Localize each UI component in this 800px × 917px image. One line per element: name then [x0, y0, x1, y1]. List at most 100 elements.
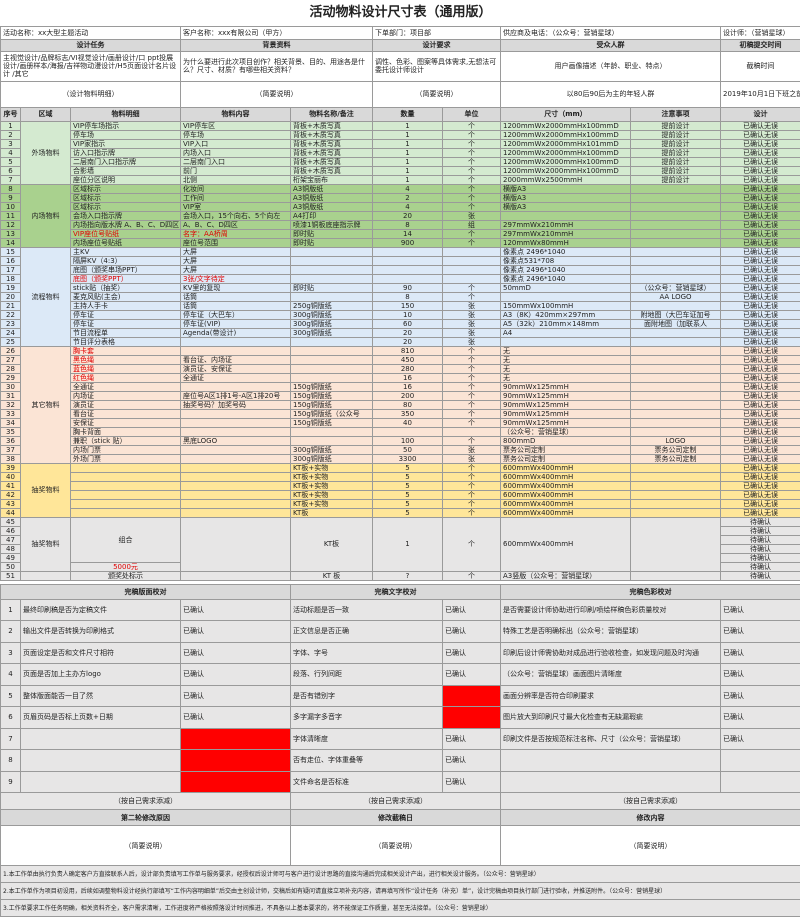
- attention: [631, 382, 721, 391]
- check-color-status: 已确认: [721, 642, 800, 664]
- material-content: 工作间: [181, 193, 291, 202]
- check-text-status: [443, 707, 501, 729]
- material-item: 蓝色绳: [71, 364, 181, 373]
- attention: 票务公司定制: [631, 445, 721, 454]
- table-row: 33看台证150g铜版纸（公众号350个90mmWx125mmH已确认无误: [1, 409, 800, 418]
- quantity: 10: [373, 310, 443, 319]
- row-number: 34: [1, 418, 21, 427]
- size: A3竖版（公众号：营销星球）: [501, 571, 631, 580]
- table-row: 3VIP家指示VIP入口背板+木质写真1个1200mmWx2000mmHx101…: [1, 139, 800, 148]
- unit: 个: [443, 463, 501, 472]
- table-row: 3页面设定是否和文件尺寸相符已确认字体、字号已确认印刷后设计师需协助对成品进行验…: [1, 642, 800, 664]
- note-background: （简要说明）: [181, 81, 373, 107]
- size: 297mmWx210mmH: [501, 229, 631, 238]
- material-content: 停车证(VIP): [181, 319, 291, 328]
- size: A4: [501, 328, 631, 337]
- size: 1200mmWx2000mmHx100mmD: [501, 121, 631, 130]
- unit: 个: [443, 130, 501, 139]
- material-note: 背板+木质写真: [291, 139, 373, 148]
- unit: 个: [443, 418, 501, 427]
- attention: 提前设计: [631, 121, 721, 130]
- design-status: 已确认无误: [721, 400, 800, 409]
- material-note: 150g铜版纸: [291, 400, 373, 409]
- check-text-item: 字体清晰度: [291, 728, 443, 750]
- check-color-item: 画面分辨率是否符合印刷要求: [501, 685, 721, 707]
- check-text-status: 已确认: [443, 750, 501, 772]
- design-status: 已确认无误: [721, 346, 800, 355]
- unit: 个: [443, 148, 501, 157]
- unit: [443, 265, 501, 274]
- attention: LOGO: [631, 436, 721, 445]
- size: 600mmWx400mmH: [501, 463, 631, 472]
- check-color-item: 图片放大到印刷尺寸最大化检查有无缺漏瑕疵: [501, 707, 721, 729]
- material-content: [181, 481, 291, 490]
- unit: [443, 247, 501, 256]
- section-background: 背景资料: [181, 39, 373, 51]
- table-row: 32演员证抽奖号码？加奖号码150g铜版纸80个90mmWx125mmH已确认无…: [1, 400, 800, 409]
- unit: 个: [443, 409, 501, 418]
- area-label: 流程物料: [21, 247, 71, 346]
- note-requirements: （简要说明）: [373, 81, 501, 107]
- row-number: 28: [1, 364, 21, 373]
- quantity: [373, 247, 443, 256]
- table-row: 6合影墙前门背板+木质写真1个1200mmWx2000mmHx100mmD提前设…: [1, 166, 800, 175]
- check-text-status: [443, 685, 501, 707]
- material-content: 北侧: [181, 175, 291, 184]
- quantity: 1: [373, 121, 443, 130]
- check-text-status: 已确认: [443, 771, 501, 793]
- quantity: 4: [373, 184, 443, 193]
- quantity: ?: [373, 571, 443, 580]
- quantity: 8: [373, 292, 443, 301]
- design-status: 已确认无误: [721, 301, 800, 310]
- material-content: 化妆间: [181, 184, 291, 193]
- row-number: 33: [1, 409, 21, 418]
- revision-date-header: 修改截稿日: [291, 810, 501, 826]
- check-text-item: 多字漏字多音字: [291, 707, 443, 729]
- design-status: 已确认无误: [721, 499, 800, 508]
- material-content: 座位号范围: [181, 238, 291, 247]
- design-status: 已确认无误: [721, 454, 800, 463]
- note-audience: 以80后90后为主的年轻人群: [501, 81, 721, 107]
- table-row: 23停车证停车证(VIP)300g铜版纸60张A5（32k）210mm×148m…: [1, 319, 800, 328]
- check-number: 8: [1, 750, 21, 772]
- quantity: 3300: [373, 454, 443, 463]
- check-layout-item: [21, 728, 181, 750]
- size: 600mmWx400mmH: [501, 499, 631, 508]
- check-color-status: 已确认: [721, 707, 800, 729]
- material-note: [291, 427, 373, 436]
- row-number: 2: [1, 130, 21, 139]
- check-color-status: [721, 750, 800, 772]
- material-item: stick贴（抽奖）: [71, 283, 181, 292]
- table-row: 17底图（颁奖串场PPT）大屏像素点 2496*1040已确认无误: [1, 265, 800, 274]
- size: 1200mmWx2000mmHx100mmD: [501, 157, 631, 166]
- unit: 个: [443, 292, 501, 301]
- check-number: 3: [1, 642, 21, 664]
- table-cell: [21, 571, 71, 580]
- area-label: 其它物料: [21, 346, 71, 463]
- design-status: 已确认无误: [721, 508, 800, 517]
- quantity: 5: [373, 463, 443, 472]
- design-status: 已确认无误: [721, 265, 800, 274]
- material-item: 主持人手卡: [71, 301, 181, 310]
- material-note: A3铜版纸: [291, 202, 373, 211]
- size: 横版A3: [501, 193, 631, 202]
- check-layout-item: 整体版面能否一目了然: [21, 685, 181, 707]
- size: 600mmWx400mmH: [501, 472, 631, 481]
- material-note: A3铜版纸: [291, 184, 373, 193]
- design-status: 已确认无误: [721, 238, 800, 247]
- material-note: 背板+木质写真: [291, 121, 373, 130]
- quantity: 5: [373, 499, 443, 508]
- revision-reason: （简要说明）: [1, 826, 291, 866]
- table-row: 35胸卡背面（公众号：营销星球）已确认无误: [1, 427, 800, 436]
- column-header: 设计: [721, 107, 800, 121]
- table-row: 4访入口指示牌内场入口背板+木质写真1个1200mmWx2000mmHx100m…: [1, 148, 800, 157]
- design-status: 已确认无误: [721, 373, 800, 382]
- group-size: 600mmWx400mmH: [501, 517, 631, 571]
- quantity: 150: [373, 301, 443, 310]
- material-item: 节目流程单: [71, 328, 181, 337]
- material-content: 前门: [181, 166, 291, 175]
- attention: [631, 499, 721, 508]
- quantity: 20: [373, 337, 443, 346]
- table-row: 16隔屏KV（4:3）大屏像素点531*708已确认无误: [1, 256, 800, 265]
- footer-note: 1.本工作单由执行负责人确定客户方直接联系人后，设计部负责填写工作单与服务要求，…: [1, 866, 800, 883]
